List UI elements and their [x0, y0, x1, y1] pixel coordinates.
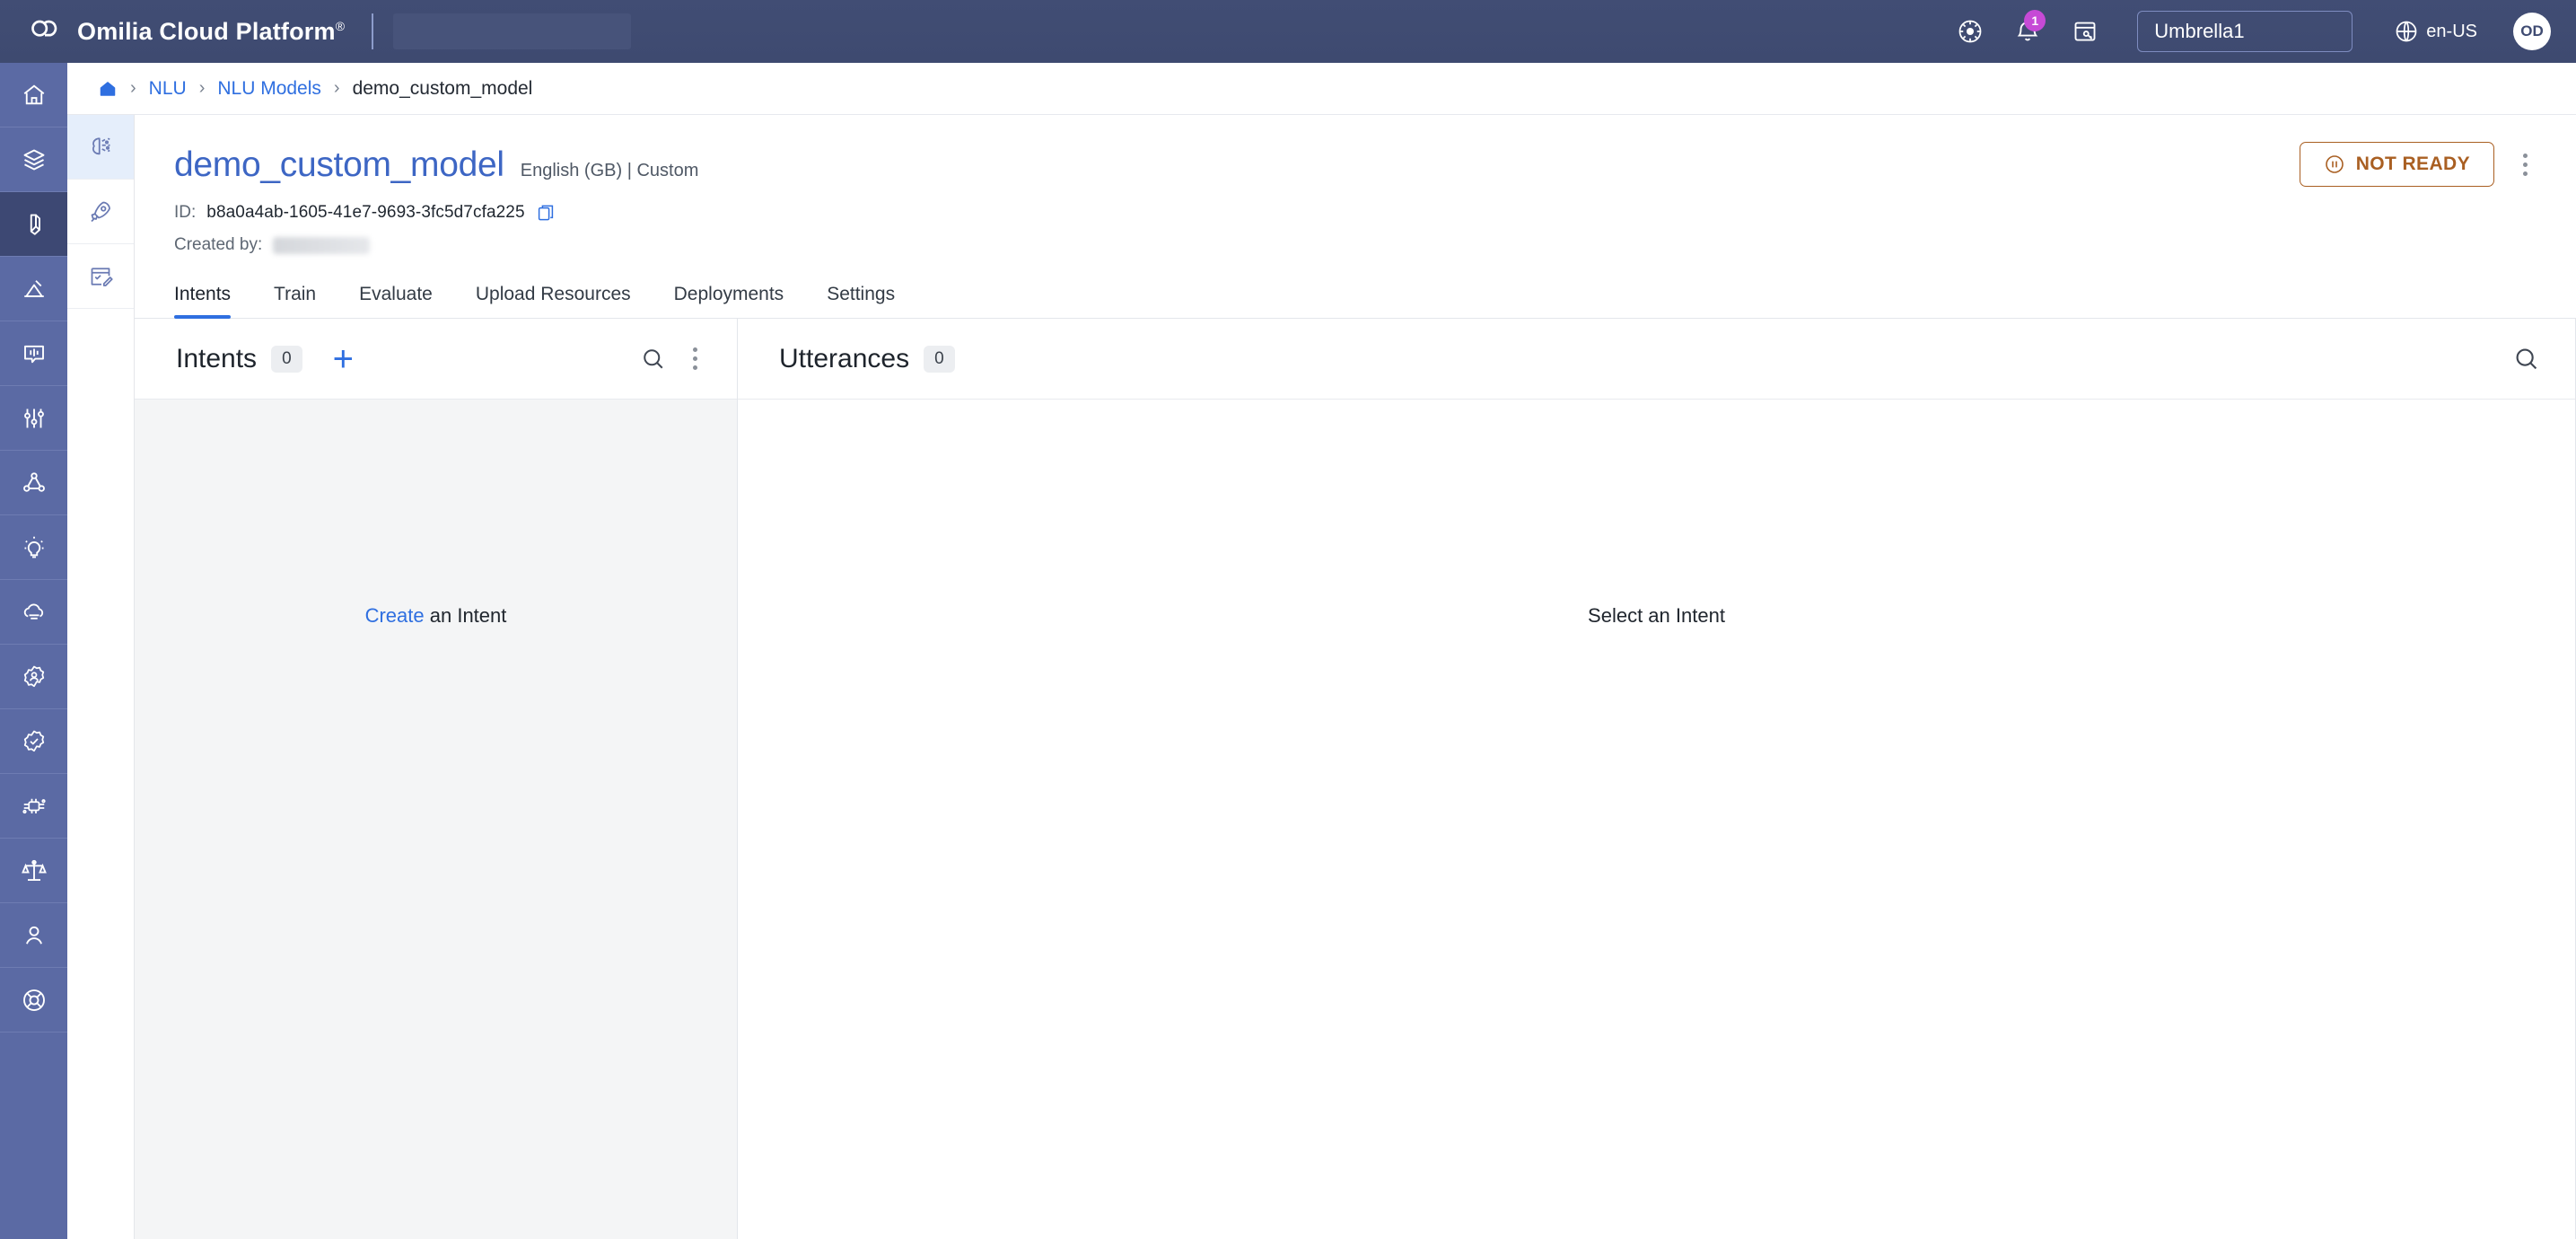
primary-nav-rail	[0, 63, 67, 1239]
tab-deployments[interactable]: Deployments	[674, 284, 784, 318]
copy-icon[interactable]	[536, 201, 559, 224]
utterances-empty-text: Select an Intent	[1588, 604, 1725, 627]
right-of-rail: › NLU › NLU Models › demo_custom_model d…	[67, 63, 2576, 1239]
avatar[interactable]: OD	[2513, 13, 2551, 50]
utterances-empty-state: Select an Intent	[738, 400, 2575, 1239]
intents-empty-state: Create an Intent	[135, 400, 737, 1239]
intents-panel: Intents 0 + Create an Intent	[135, 319, 738, 1239]
created-by-row: Created by:	[174, 235, 2537, 255]
breadcrumb-separator: ›	[130, 78, 136, 98]
utterances-search-icon[interactable]	[2509, 341, 2545, 377]
breadcrumb-item-current: demo_custom_model	[352, 77, 533, 99]
id-label: ID:	[174, 203, 197, 222]
breadcrumb-item-nlu-models[interactable]: NLU Models	[217, 78, 321, 100]
breadcrumb-home-icon[interactable]	[98, 79, 118, 99]
title-row: demo_custom_model English (GB) | Custom	[174, 145, 2537, 185]
page-title: demo_custom_model	[174, 145, 504, 184]
sidebar-item-voice[interactable]	[0, 321, 67, 386]
language-selector[interactable]: en-US	[2394, 19, 2477, 44]
brightness-icon[interactable]	[1952, 13, 1988, 49]
created-by-label: Created by:	[174, 235, 263, 254]
intents-menu-kebab-icon[interactable]	[684, 340, 706, 377]
intents-search-icon[interactable]	[635, 341, 671, 377]
sidebar-item-tuning[interactable]	[0, 386, 67, 451]
sidebar-item-compliance[interactable]	[0, 839, 67, 903]
breadcrumb: › NLU › NLU Models › demo_custom_model	[67, 63, 2576, 115]
panels: Intents 0 + Create an Intent Utterances …	[135, 319, 2576, 1239]
sidebar-item-verification[interactable]	[0, 709, 67, 774]
registered-mark: ®	[335, 18, 346, 33]
breadcrumb-separator: ›	[333, 78, 340, 98]
body: › NLU › NLU Models › demo_custom_model d…	[0, 63, 2576, 1239]
tab-evaluate[interactable]: Evaluate	[359, 284, 433, 318]
notification-badge: 1	[2024, 10, 2046, 31]
bell-icon[interactable]: 1	[2010, 10, 2046, 49]
sidebar-item-identity[interactable]	[0, 645, 67, 709]
sidebar-item-flows[interactable]	[0, 451, 67, 515]
sidebar-item-integrations[interactable]	[0, 774, 67, 839]
breadcrumb-item-nlu[interactable]: NLU	[149, 78, 187, 100]
created-by-value-redacted	[273, 236, 371, 254]
sidebar-item-nlu[interactable]	[0, 192, 67, 257]
utterances-count: 0	[924, 345, 955, 373]
sidebar-item-insights[interactable]	[0, 515, 67, 580]
page-header: demo_custom_model English (GB) | Custom …	[135, 115, 2576, 255]
intents-panel-header: Intents 0 +	[135, 319, 737, 400]
tab-intents[interactable]: Intents	[174, 284, 232, 319]
id-value: b8a0a4ab-1605-41e7-9693-3fc5d7cfa225	[206, 203, 525, 222]
intents-empty-text: Create an Intent	[365, 604, 507, 628]
breadcrumb-separator: ›	[198, 78, 206, 98]
sidebar-item-cloud[interactable]	[0, 580, 67, 645]
subnav-item-nlu-models[interactable]	[67, 115, 134, 180]
topbar-actions: 1 en-US OD	[1952, 10, 2551, 52]
tab-upload-resources[interactable]: Upload Resources	[476, 284, 631, 318]
add-intent-button[interactable]: +	[333, 341, 354, 377]
tab-train[interactable]: Train	[274, 284, 316, 318]
sidebar-item-home[interactable]	[0, 63, 67, 127]
status-label: NOT READY	[2355, 154, 2470, 174]
page-header-actions: NOT READY	[2299, 142, 2537, 187]
tab-bar: Intents Train Evaluate Upload Resources …	[135, 284, 2576, 319]
topbar-divider	[372, 13, 374, 49]
note-key-icon[interactable]	[2067, 13, 2103, 49]
subnav-item-annotations[interactable]	[67, 244, 134, 309]
subnav-filler	[67, 309, 134, 1239]
workspace: demo_custom_model English (GB) | Custom …	[67, 115, 2576, 1239]
sidebar-item-support[interactable]	[0, 968, 67, 1032]
subnav-item-deployments[interactable]	[67, 180, 134, 244]
model-id-row: ID: b8a0a4ab-1605-41e7-9693-3fc5d7cfa225	[174, 201, 2537, 224]
language-label: en-US	[2426, 21, 2477, 41]
create-intent-rest: an Intent	[424, 604, 507, 627]
topbar-search-slot[interactable]	[393, 13, 632, 49]
sidebar-item-stacks[interactable]	[0, 127, 67, 192]
utterances-panel: Utterances 0 Select an Intent	[738, 319, 2576, 1239]
create-intent-link[interactable]: Create	[365, 604, 425, 627]
tenant-input[interactable]	[2137, 11, 2353, 52]
sidebar-filler	[0, 1032, 67, 1239]
secondary-nav-rail	[67, 115, 135, 1239]
sidebar-item-users[interactable]	[0, 903, 67, 968]
utterances-panel-header: Utterances 0	[738, 319, 2575, 400]
intents-title: Intents	[176, 343, 258, 373]
brand-name: Omilia Cloud Platform®	[77, 17, 346, 45]
sidebar-item-analytics[interactable]	[0, 257, 67, 321]
app-root: Omilia Cloud Platform® 1 Umbrella1 en-US…	[0, 0, 2576, 1239]
brand[interactable]: Omilia Cloud Platform®	[27, 13, 345, 49]
pause-circle-icon	[2324, 154, 2345, 175]
top-bar: Omilia Cloud Platform® 1 Umbrella1 en-US…	[0, 0, 2576, 63]
tab-settings[interactable]: Settings	[827, 284, 895, 318]
status-badge[interactable]: NOT READY	[2299, 142, 2494, 187]
globe-icon	[2394, 19, 2419, 44]
page-subtitle: English (GB) | Custom	[520, 161, 699, 180]
main-content: demo_custom_model English (GB) | Custom …	[135, 115, 2576, 1239]
intents-count: 0	[271, 345, 302, 373]
omilia-cloud-logo-icon	[27, 13, 63, 49]
utterances-title: Utterances	[779, 343, 910, 373]
page-menu-kebab-icon[interactable]	[2514, 146, 2537, 183]
